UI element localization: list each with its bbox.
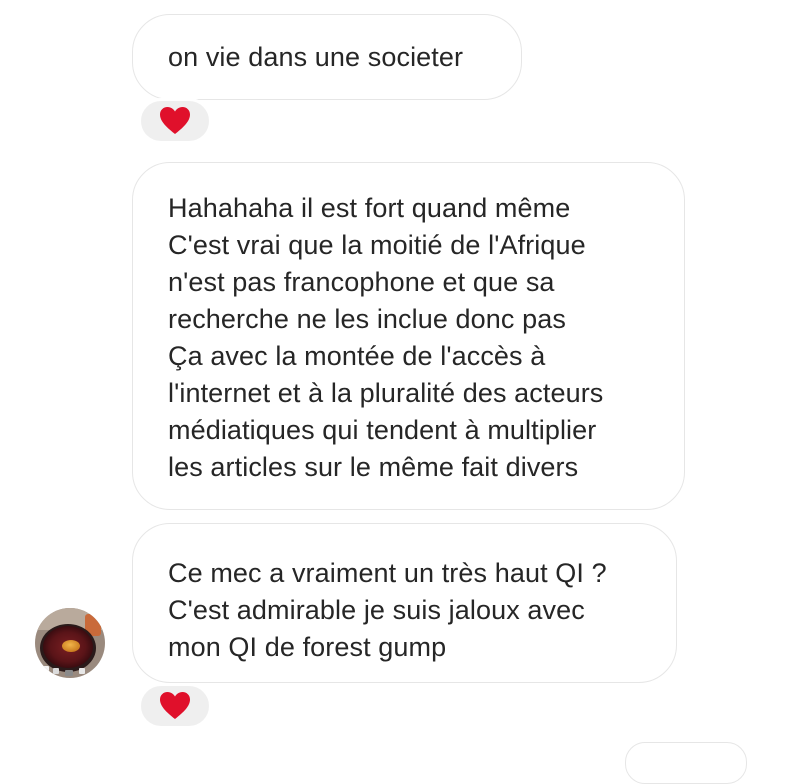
message-text-line: n'est pas francophone et que sa	[168, 267, 555, 297]
avatar[interactable]	[35, 608, 105, 678]
message-bubble-1[interactable]: on vie dans une societer	[132, 14, 522, 100]
heart-icon	[160, 692, 190, 719]
reaction-badge[interactable]	[138, 683, 212, 729]
message-text-line: mon QI de forest gump	[168, 632, 447, 662]
message-text-line: C'est vrai que la moitié de l'Afrique	[168, 230, 586, 260]
message-text-line: recherche ne les inclue donc pas	[168, 304, 566, 334]
message-text-line: l'internet et à la pluralité des acteurs	[168, 378, 604, 408]
message-text-line: C'est admirable je suis jaloux avec	[168, 595, 585, 625]
next-message-bubble[interactable]	[625, 742, 747, 784]
profile-photo-image	[35, 608, 105, 678]
message-bubble-2[interactable]: Hahahaha il est fort quand même C'est vr…	[132, 162, 685, 510]
reaction-badge[interactable]	[138, 98, 212, 144]
message-text-line: médiatiques qui tendent à multiplier	[168, 415, 597, 445]
heart-icon	[160, 107, 190, 134]
message-text-line: Ce mec a vraiment un très haut QI ?	[168, 558, 607, 588]
message-text-line: Ça avec la montée de l'accès à	[168, 341, 546, 371]
message-text-line: Hahahaha il est fort quand même	[168, 193, 571, 223]
message-bubble-3[interactable]: Ce mec a vraiment un très haut QI ? C'es…	[132, 523, 677, 683]
message-text-line: on vie dans une societer	[168, 42, 464, 72]
message-text-line: les articles sur le même fait divers	[168, 452, 579, 482]
